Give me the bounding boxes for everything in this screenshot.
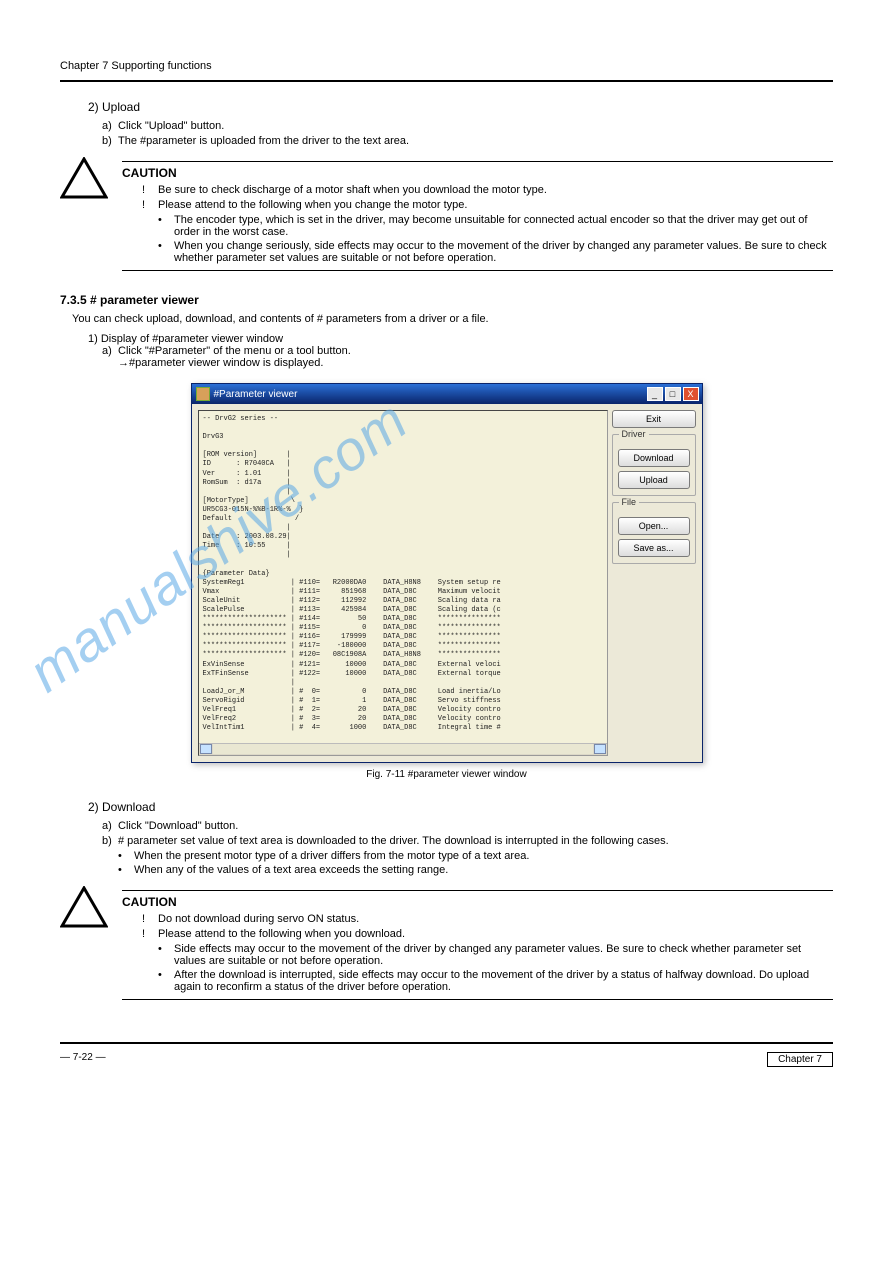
- titlebar: #Parameter viewer _ □ X: [192, 384, 702, 404]
- scroll-right-button[interactable]: [594, 744, 606, 754]
- maximize-button[interactable]: □: [665, 387, 681, 401]
- step-heading: 1) Display of #parameter viewer window: [88, 333, 833, 345]
- body-text: Chapter 7 Supporting functions: [60, 60, 833, 72]
- driver-group: Driver Download Upload: [612, 434, 696, 496]
- scrollbar-track[interactable]: [213, 744, 593, 754]
- rule: [122, 161, 833, 162]
- step-sub: •When the present motor type of a driver…: [118, 850, 833, 862]
- caution-item: !Please attend to the following when you…: [142, 928, 833, 940]
- app-window: #Parameter viewer _ □ X -- DrvG2 series …: [191, 383, 703, 763]
- window-title: #Parameter viewer: [214, 389, 647, 400]
- group-label: Driver: [619, 429, 649, 439]
- rule: [122, 270, 833, 271]
- file-group: File Open... Save as...: [612, 502, 696, 564]
- caution-subitem: •Side effects may occur to the movement …: [158, 943, 833, 967]
- warning-triangle-icon: [60, 157, 108, 199]
- caution-item: !Please attend to the following when you…: [142, 199, 833, 211]
- download-button[interactable]: Download: [618, 449, 690, 467]
- app-icon: [196, 387, 210, 401]
- page-footer: — 7-22 — Chapter 7: [60, 1052, 833, 1067]
- step: a)Click "Upload" button.: [102, 120, 833, 132]
- upload-button[interactable]: Upload: [618, 471, 690, 489]
- chapter-label: Chapter 7: [767, 1052, 833, 1067]
- horizontal-scrollbar[interactable]: [199, 743, 607, 755]
- step: b)# parameter set value of text area is …: [102, 835, 833, 847]
- rule: [60, 80, 833, 82]
- close-button[interactable]: X: [683, 387, 699, 401]
- caution-label: CAUTION: [122, 895, 833, 909]
- caution-label: CAUTION: [122, 166, 833, 180]
- caution-item: !Be sure to check discharge of a motor s…: [142, 184, 833, 196]
- scroll-left-button[interactable]: [200, 744, 212, 754]
- step: a)Click "#Parameter" of the menu or a to…: [102, 345, 833, 369]
- figure: #Parameter viewer _ □ X -- DrvG2 series …: [191, 383, 703, 780]
- step-heading: 2) Upload: [88, 100, 833, 114]
- caution-subitem: •When you change seriously, side effects…: [158, 240, 833, 264]
- section-heading: 7.3.5 # parameter viewer: [60, 293, 833, 307]
- save-as-button[interactable]: Save as...: [618, 539, 690, 557]
- caution-item: !Do not download during servo ON status.: [142, 913, 833, 925]
- page-number: — 7-22 —: [60, 1052, 106, 1067]
- step: b)The #parameter is uploaded from the dr…: [102, 135, 833, 147]
- step: a)Click "Download" button.: [102, 820, 833, 832]
- caution-block: CAUTION !Do not download during servo ON…: [60, 886, 833, 1004]
- caution-block: CAUTION !Be sure to check discharge of a…: [60, 157, 833, 275]
- rule: [60, 1042, 833, 1044]
- parameter-text-area[interactable]: -- DrvG2 series -- DrvG3 [ROM version] |…: [198, 410, 608, 756]
- rule: [122, 999, 833, 1000]
- figure-caption: Fig. 7-11 #parameter viewer window: [191, 769, 703, 780]
- warning-triangle-icon: [60, 886, 108, 928]
- exit-button[interactable]: Exit: [612, 410, 696, 428]
- rule: [122, 890, 833, 891]
- step-sub: •When any of the values of a text area e…: [118, 864, 833, 876]
- open-button[interactable]: Open...: [618, 517, 690, 535]
- caution-subitem: •The encoder type, which is set in the d…: [158, 214, 833, 238]
- caution-subitem: •After the download is interrupted, side…: [158, 969, 833, 993]
- paragraph: You can check upload, download, and cont…: [72, 313, 833, 325]
- minimize-button[interactable]: _: [647, 387, 663, 401]
- group-label: File: [619, 497, 640, 507]
- step-heading: 2) Download: [88, 800, 833, 814]
